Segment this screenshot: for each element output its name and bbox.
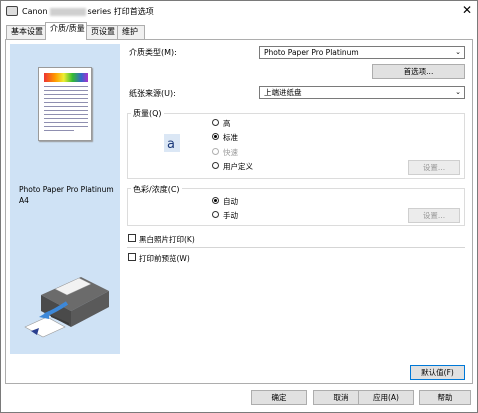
close-icon[interactable]: ✕	[462, 4, 472, 16]
quality-group-label: 质量(Q)	[131, 108, 164, 119]
paper-preview	[38, 67, 92, 141]
intensity-auto-radio[interactable]	[212, 197, 219, 204]
paper-source-value: 上端进纸盘	[264, 88, 302, 97]
apply-button[interactable]: 应用(A)	[358, 390, 414, 405]
intensity-manual-radio[interactable]	[212, 211, 219, 218]
preview-before-print-label: 打印前预览(W)	[139, 254, 190, 263]
paper-source-select[interactable]: 上端进纸盘 ⌄	[259, 86, 465, 99]
printer-illustration-icon	[24, 277, 109, 338]
grayscale-checkbox[interactable]	[128, 234, 136, 242]
quality-fast-label: 快速	[223, 148, 238, 157]
window-title: Canon series 打印首选项	[22, 6, 154, 17]
title-suffix: series 打印首选项	[87, 7, 154, 16]
defaults-button[interactable]: 默认值(F)	[410, 365, 465, 380]
title-prefix: Canon	[22, 7, 48, 16]
quality-standard-radio[interactable]	[212, 133, 219, 140]
printer-app-icon	[6, 6, 18, 16]
svg-text:a: a	[167, 137, 175, 152]
quality-fast-radio[interactable]	[212, 148, 219, 155]
quality-letter-icon: a	[164, 134, 180, 152]
quality-standard-label: 标准	[223, 133, 238, 142]
intensity-settings-button[interactable]: 设置...	[408, 208, 460, 223]
quality-custom-radio[interactable]	[212, 162, 219, 169]
tab-basic-settings[interactable]: 基本设置	[6, 25, 46, 39]
quality-high-radio[interactable]	[212, 119, 219, 126]
divider	[127, 247, 465, 248]
preview-before-print-checkbox[interactable]	[128, 253, 136, 261]
title-bar: Canon series 打印首选项 ✕	[1, 1, 477, 21]
quality-high-label: 高	[223, 119, 231, 128]
media-type-select[interactable]: Photo Paper Pro Platinum ⌄	[259, 46, 465, 59]
redacted-model-name	[49, 7, 86, 16]
intensity-auto-label: 自动	[223, 197, 238, 206]
quality-custom-label: 用户定义	[223, 162, 253, 171]
ok-button[interactable]: 确定	[251, 390, 307, 405]
dropdown-arrow-icon: ⌄	[455, 48, 461, 56]
media-type-label: 介质类型(M):	[129, 48, 177, 57]
tab-page-setup[interactable]: 页设置	[86, 25, 118, 39]
tab-maintenance[interactable]: 维护	[117, 25, 145, 39]
color-intensity-group-label: 色彩/浓度(C)	[131, 184, 182, 195]
paper-source-label: 纸张来源(U):	[129, 89, 176, 98]
help-button[interactable]: 帮助	[419, 390, 471, 405]
intensity-manual-label: 手动	[223, 211, 238, 220]
preview-paper-size: A4	[19, 196, 29, 205]
preview-media-name: Photo Paper Pro Platinum	[19, 185, 114, 194]
paper-color-strip	[44, 73, 88, 82]
print-preferences-window: Canon series 打印首选项 ✕ 基本设置 介质/质量 页设置 维护 Ph…	[0, 0, 478, 413]
media-type-value: Photo Paper Pro Platinum	[264, 48, 359, 57]
quality-settings-button[interactable]: 设置...	[408, 160, 460, 175]
grayscale-label: 黑白照片打印(K)	[139, 235, 195, 244]
preferences-button[interactable]: 首选项...	[372, 64, 465, 79]
dropdown-arrow-icon: ⌄	[455, 88, 461, 96]
tab-media-quality[interactable]: 介质/质量	[45, 22, 87, 40]
